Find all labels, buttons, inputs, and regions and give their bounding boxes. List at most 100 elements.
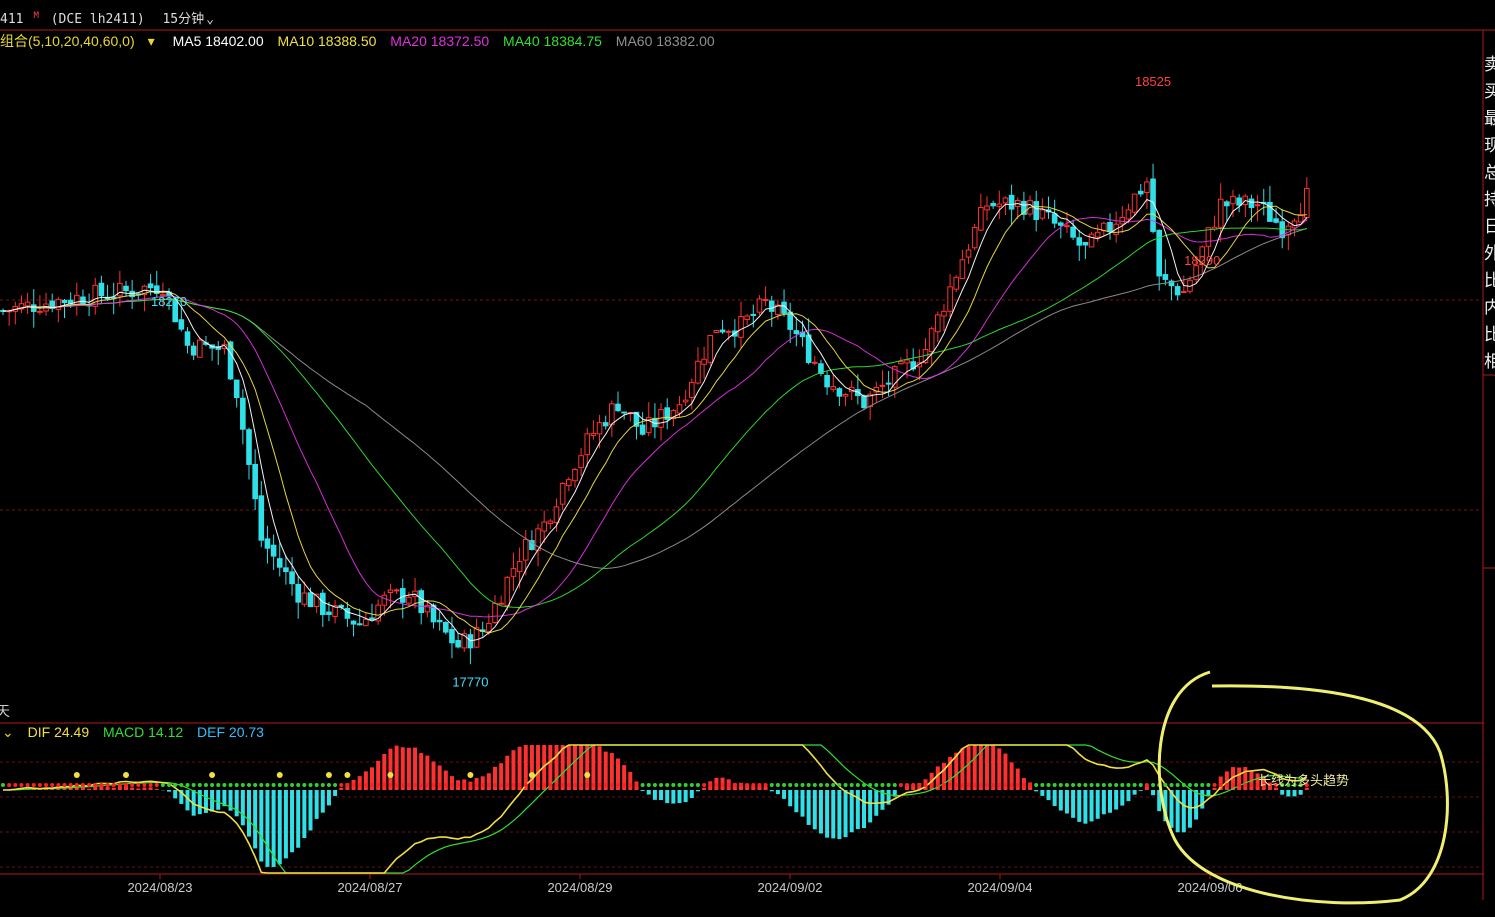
chart-canvas[interactable]: 18290 18525 17770 18270 2024/08/23 2024/08/27… xyxy=(0,0,1495,913)
candle-body xyxy=(363,618,369,627)
signal-marker xyxy=(528,772,535,778)
trend-dot xyxy=(702,783,707,787)
trend-dot xyxy=(548,783,553,787)
candle-body xyxy=(1064,225,1070,228)
trend-dot xyxy=(985,783,989,787)
trend-dot xyxy=(689,783,694,787)
trend-dot xyxy=(652,783,657,787)
trend-dot xyxy=(1009,783,1014,787)
trend-dot xyxy=(1181,783,1186,787)
ma-group-selector[interactable]: 组合(5,10,20,40,60,0) ▾ xyxy=(0,33,155,49)
candle-body xyxy=(1082,241,1089,246)
trend-dot xyxy=(726,783,731,787)
candle-body xyxy=(1217,198,1224,228)
trend-dot xyxy=(542,783,547,787)
trend-dot xyxy=(1224,783,1229,787)
signal-marker xyxy=(584,772,591,778)
trend-dot xyxy=(929,783,934,787)
trend-dot xyxy=(739,783,743,787)
price-extreme-label: 17770 xyxy=(452,675,488,690)
trend-dot xyxy=(683,783,688,787)
trend-dot xyxy=(818,783,823,787)
trend-dot xyxy=(216,783,221,787)
trend-dot xyxy=(302,783,307,787)
period-label: 15分钟 xyxy=(162,12,205,27)
panel-char: 日 xyxy=(1484,217,1495,237)
panel-char: 现 xyxy=(1484,136,1495,156)
candle-body xyxy=(553,506,560,524)
candle-body xyxy=(1236,197,1242,206)
trend-dot xyxy=(13,783,18,787)
trend-dot xyxy=(382,783,387,787)
trend-dot xyxy=(905,783,910,787)
candle-body xyxy=(990,202,996,207)
def-legend: DEF 20.73 xyxy=(197,724,264,740)
trend-dot xyxy=(19,783,24,787)
candle-body xyxy=(301,592,308,605)
trend-dot xyxy=(1003,783,1008,787)
candle-body xyxy=(978,207,984,231)
trend-dot xyxy=(93,783,98,787)
candle-body xyxy=(689,381,695,398)
panel-char: 卖 xyxy=(1484,55,1495,75)
trend-dot xyxy=(1040,783,1045,787)
candle-body xyxy=(621,411,627,414)
trend-dot xyxy=(148,783,153,787)
trend-dot xyxy=(1058,783,1063,787)
candle-body xyxy=(307,592,314,608)
signal-marker xyxy=(276,772,283,778)
candle-body xyxy=(1107,221,1113,233)
trend-dot xyxy=(775,783,780,787)
trend-dot xyxy=(1144,783,1149,787)
candle-body xyxy=(1070,226,1076,238)
kline-chart-svg[interactable]: 18290 18525 17770 18270 2024/08/23 2024/08/27… xyxy=(0,0,1495,913)
candle-body xyxy=(1131,193,1138,213)
trend-dot xyxy=(960,783,965,787)
trend-dot xyxy=(837,783,842,787)
trend-dot xyxy=(253,783,258,787)
trend-dot xyxy=(105,783,110,787)
candle-body xyxy=(344,608,351,619)
candle-body xyxy=(1051,213,1058,224)
trend-dot xyxy=(265,783,270,787)
period-selector[interactable]: 15分钟 ⌄ xyxy=(162,12,213,27)
ma10-legend: MA10 18388.50 xyxy=(277,33,377,49)
trend-dot xyxy=(499,783,504,787)
candle-body xyxy=(276,558,283,568)
trend-dot xyxy=(68,783,73,787)
signal-marker xyxy=(123,772,129,778)
badge-m: M xyxy=(33,10,39,21)
trend-dot xyxy=(812,783,817,787)
trend-dot xyxy=(997,783,1002,787)
trend-dot xyxy=(1034,783,1039,787)
trend-dot xyxy=(911,783,916,787)
candle-body xyxy=(615,403,621,412)
trend-dot xyxy=(1175,783,1180,787)
ma20-legend: MA20 18372.50 xyxy=(390,33,490,49)
trend-dot xyxy=(431,783,436,787)
trend-dot xyxy=(640,783,645,787)
candle-body xyxy=(80,296,86,305)
trend-dot xyxy=(1114,783,1119,787)
symbol-fragment[interactable]: 411 xyxy=(0,12,23,27)
trend-dot xyxy=(44,783,49,787)
candle-body xyxy=(516,561,523,573)
panel-char: 总 xyxy=(1484,163,1495,183)
trend-dot xyxy=(449,783,454,787)
trend-dot xyxy=(554,783,559,787)
candle-body xyxy=(590,432,597,436)
trend-dot xyxy=(31,783,36,787)
candle-body xyxy=(369,617,375,621)
trend-dot xyxy=(677,783,682,787)
candle-body xyxy=(326,611,332,615)
candle-body xyxy=(473,627,480,648)
candle-body xyxy=(522,538,529,561)
trend-dot xyxy=(203,783,208,787)
trend-dot xyxy=(923,783,928,787)
trend-dot xyxy=(388,783,393,787)
trend-dot xyxy=(1187,783,1192,787)
candle-body xyxy=(947,286,953,312)
candle-body xyxy=(350,620,357,625)
macd-chevron-icon[interactable]: ⌄ xyxy=(2,724,14,740)
candle-body xyxy=(24,301,31,307)
